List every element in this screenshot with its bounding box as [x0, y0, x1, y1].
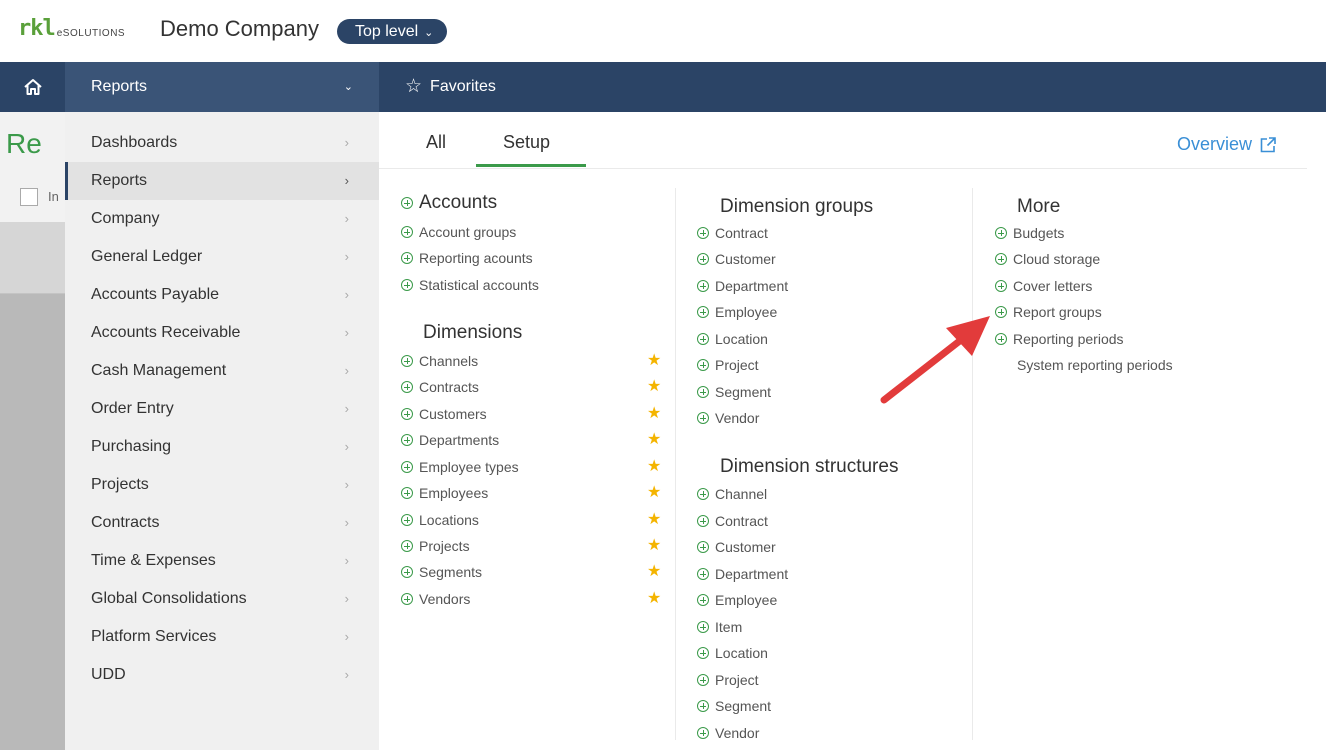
annotation-arrow-icon: [880, 316, 990, 404]
